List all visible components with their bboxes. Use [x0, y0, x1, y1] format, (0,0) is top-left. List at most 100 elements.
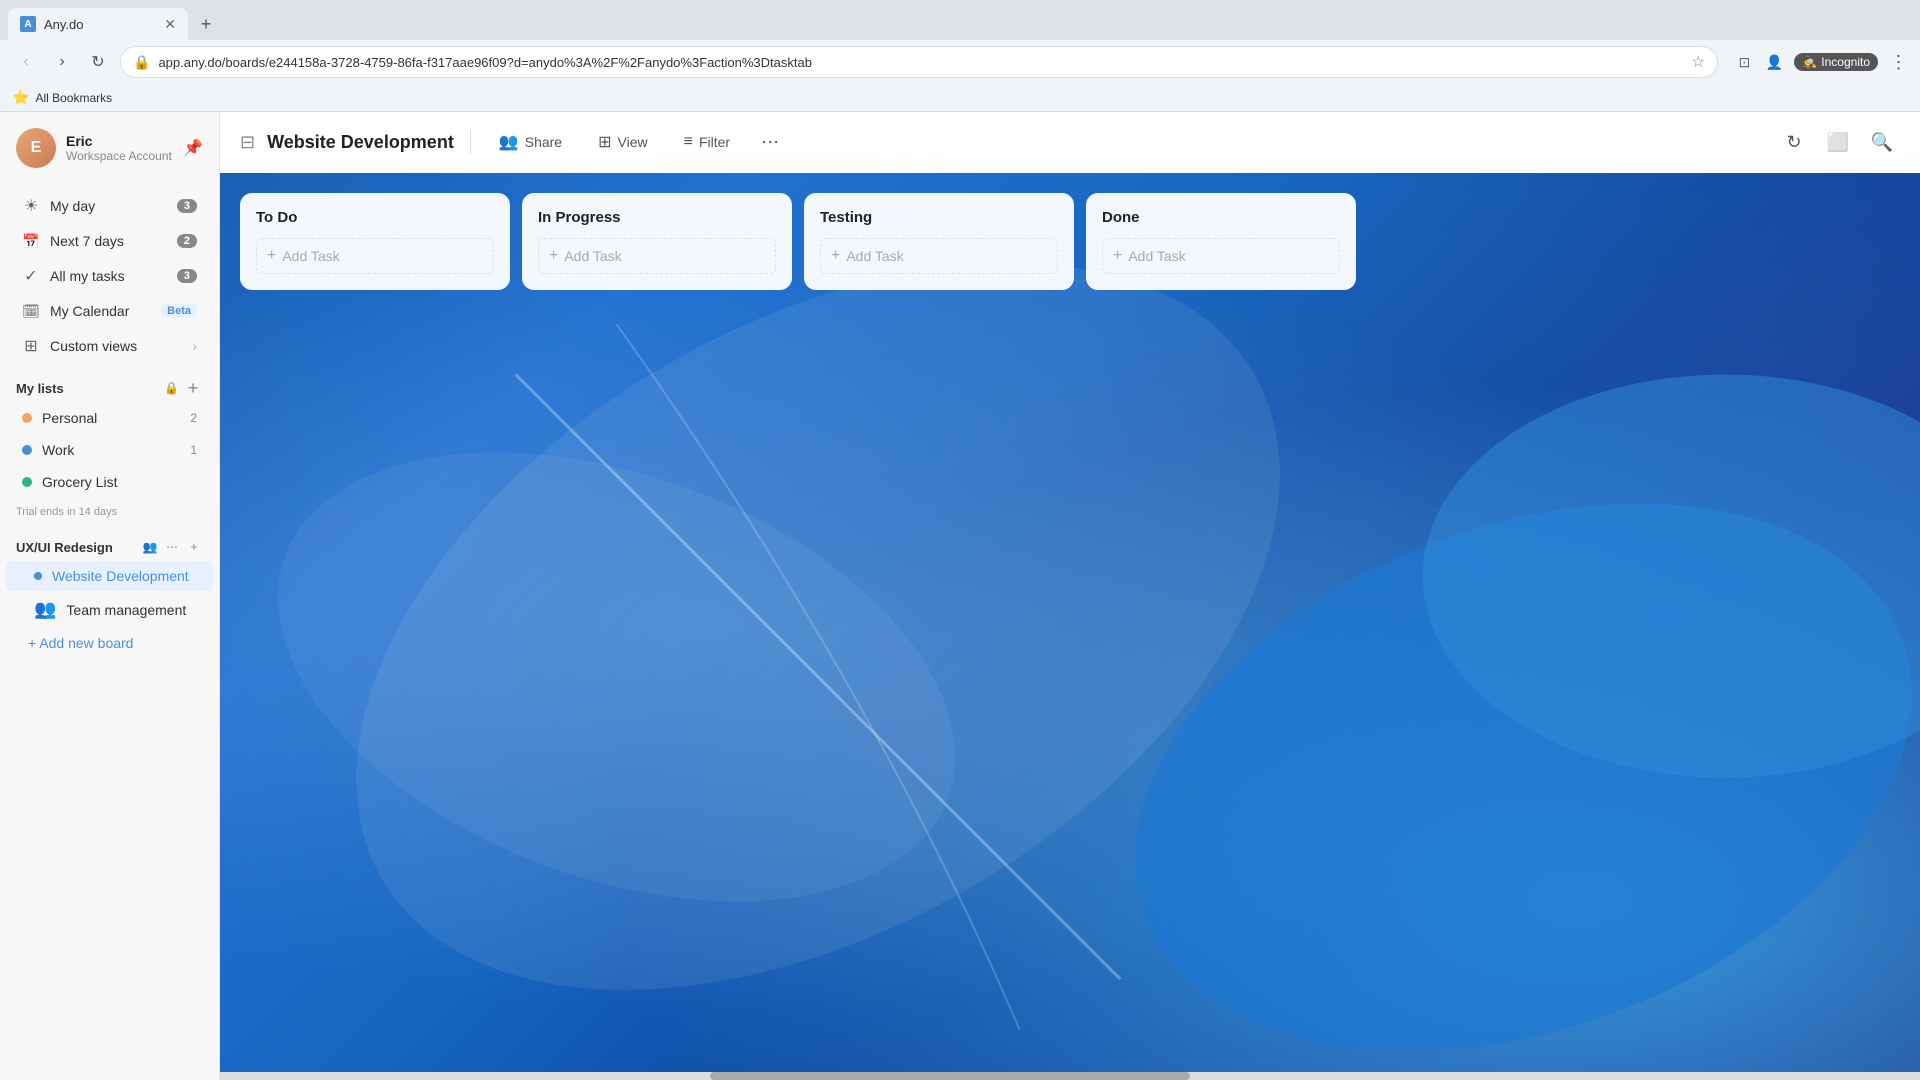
nav-label-all-tasks: All my tasks [50, 268, 167, 284]
nav-label-custom-views: Custom views [50, 338, 182, 354]
view-button[interactable]: ⊞ View [586, 126, 660, 158]
list-label-grocery: Grocery List [42, 474, 197, 490]
column-title-in-progress: In Progress [538, 209, 776, 226]
address-bar[interactable]: 🔒 app.any.do/boards/e244158a-3728-4759-8… [120, 46, 1718, 78]
board-label-website-dev: Website Development [52, 568, 189, 584]
team-icon: 👥 [34, 599, 56, 620]
sidebar-item-my-day[interactable]: ☀ My day 3 [6, 189, 213, 223]
lock-icon: 🔒 [164, 381, 179, 395]
share-label: Share [525, 134, 562, 150]
nav-section: ☀ My day 3 📅 Next 7 days 2 ✓ All my task… [0, 184, 219, 368]
forward-button[interactable]: › [48, 48, 76, 76]
workspace-title: UX/UI Redesign [16, 540, 135, 555]
plus-icon-done: + [1113, 247, 1122, 265]
add-task-label-todo: Add Task [282, 248, 339, 264]
add-task-in-progress-button[interactable]: + Add Task [538, 238, 776, 274]
list-item-work[interactable]: Work 1 [6, 435, 213, 465]
header-actions: ↻ ⬜ 🔍 [1776, 124, 1900, 160]
add-task-todo-button[interactable]: + Add Task [256, 238, 494, 274]
my-day-badge: 3 [177, 199, 197, 213]
trial-notice: Trial ends in 14 days [0, 498, 219, 526]
next-7-badge: 2 [177, 234, 197, 248]
header-divider [470, 130, 471, 154]
reload-button[interactable]: ↻ [84, 48, 112, 76]
all-tasks-badge: 3 [177, 269, 197, 283]
list-label-personal: Personal [42, 410, 180, 426]
grocery-dot [22, 477, 32, 487]
list-item-personal[interactable]: Personal 2 [6, 403, 213, 433]
workspace-header: UX/UI Redesign 👥 ⋯ + [0, 530, 219, 560]
column-title-testing: Testing [820, 209, 1058, 226]
new-tab-button[interactable]: + [192, 10, 220, 38]
filter-button[interactable]: ≡ Filter [672, 127, 742, 157]
add-board-button[interactable]: + Add new board [0, 628, 219, 658]
workspace-section: UX/UI Redesign 👥 ⋯ + Website Development… [0, 526, 219, 662]
filter-icon: ≡ [684, 133, 693, 151]
sidebar-item-all-my-tasks[interactable]: ✓ All my tasks 3 [6, 259, 213, 293]
user-info: Eric Workspace Account [66, 133, 173, 163]
column-title-done: Done [1102, 209, 1340, 226]
add-workspace-item-button[interactable]: + [185, 538, 203, 556]
search-button[interactable]: 🔍 [1864, 124, 1900, 160]
refresh-button[interactable]: ↻ [1776, 124, 1812, 160]
add-task-testing-button[interactable]: + Add Task [820, 238, 1058, 274]
add-list-button[interactable]: + [183, 378, 203, 398]
extensions-icon[interactable]: ⊡ [1734, 52, 1754, 72]
add-task-done-button[interactable]: + Add Task [1102, 238, 1340, 274]
personal-count: 2 [190, 411, 197, 425]
share-button[interactable]: 👥 Share [487, 126, 574, 158]
add-task-label-done: Add Task [1128, 248, 1185, 264]
back-button[interactable]: ‹ [12, 48, 40, 76]
tab-favicon: A [20, 16, 36, 32]
sidebar-item-custom-views[interactable]: ⊞ Custom views › [6, 329, 213, 363]
board-title: Website Development [267, 132, 454, 153]
url-text: app.any.do/boards/e244158a-3728-4759-86f… [158, 55, 1683, 70]
user-subtitle: Workspace Account [66, 149, 173, 163]
filter-label: Filter [699, 134, 730, 150]
more-options-button[interactable]: ⋯ [754, 126, 786, 158]
share-icon: 👥 [499, 132, 519, 152]
bookmarks-icon: ⭐ [12, 89, 29, 106]
avatar: E [16, 128, 56, 168]
check-icon: ✓ [22, 267, 40, 285]
nav-label-calendar: My Calendar [50, 303, 151, 319]
bookmark-icon[interactable]: ☆ [1691, 52, 1705, 72]
team-label: Team management [66, 602, 186, 618]
add-task-label-testing: Add Task [846, 248, 903, 264]
incognito-badge: 🕵 Incognito [1794, 53, 1878, 71]
columns-container: To Do + Add Task In Progress + Add Task [220, 173, 1920, 1080]
column-todo: To Do + Add Task [240, 193, 510, 290]
tab-close-button[interactable]: ✕ [164, 16, 176, 33]
plus-icon-testing: + [831, 247, 840, 265]
nav-label-next-7-days: Next 7 days [50, 233, 167, 249]
board-item-website-dev[interactable]: Website Development [6, 561, 213, 591]
tab-title: Any.do [44, 17, 156, 32]
more-icon[interactable]: ⋯ [163, 538, 181, 556]
workspace-actions: 👥 ⋯ + [141, 538, 203, 556]
layout-button[interactable]: ⬜ [1820, 124, 1856, 160]
profile-icon[interactable]: 👤 [1764, 52, 1784, 72]
team-item-team-mgmt[interactable]: 👥 Team management [6, 592, 213, 627]
grid-icon: ⊞ [22, 337, 40, 355]
more-menu-button[interactable]: ⋮ [1888, 52, 1908, 72]
plus-icon-todo: + [267, 247, 276, 265]
browser-tab[interactable]: A Any.do ✕ [8, 8, 188, 40]
sidebar-item-my-calendar[interactable]: 🗓 My Calendar Beta [6, 294, 213, 328]
pin-icon[interactable]: 📌 [183, 138, 203, 158]
list-item-grocery[interactable]: Grocery List [6, 467, 213, 497]
calendar-icon: 📅 [22, 232, 40, 250]
beta-badge: Beta [161, 304, 197, 318]
column-testing: Testing + Add Task [804, 193, 1074, 290]
sidebar-item-next-7-days[interactable]: 📅 Next 7 days 2 [6, 224, 213, 258]
my-lists-title: My lists [16, 381, 160, 396]
members-icon[interactable]: 👥 [141, 538, 159, 556]
board-area: To Do + Add Task In Progress + Add Task [220, 173, 1920, 1080]
bookmarks-label: All Bookmarks [35, 91, 112, 105]
view-label: View [618, 134, 648, 150]
board-header: ⊟ Website Development 👥 Share ⊞ View ≡ F… [220, 112, 1920, 173]
column-title-todo: To Do [256, 209, 494, 226]
column-in-progress: In Progress + Add Task [522, 193, 792, 290]
board-view-icon: ⊟ [240, 132, 255, 153]
sun-icon: ☀ [22, 197, 40, 215]
personal-dot [22, 413, 32, 423]
